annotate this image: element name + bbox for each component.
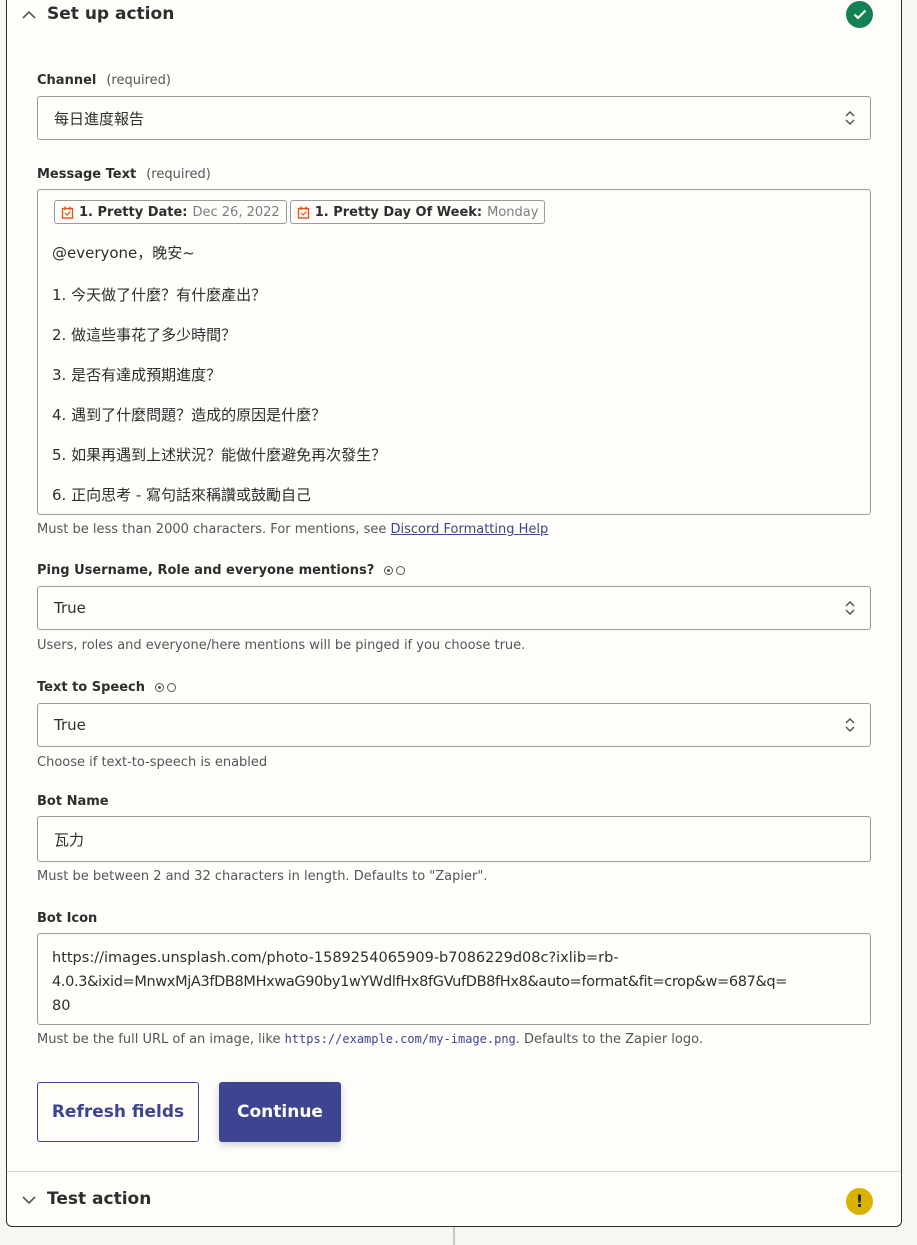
- chevron-up-down-icon: [844, 109, 856, 131]
- action-panel: Set up action Channel (required) 每日進度報告 …: [6, 0, 902, 1227]
- tts-label: Text to Speech: [37, 680, 177, 695]
- tts-select[interactable]: True: [37, 703, 871, 747]
- bot-name-input[interactable]: 瓦力: [37, 816, 871, 862]
- bot-icon-url-line: 80: [52, 998, 71, 1014]
- ping-value: True: [54, 599, 86, 617]
- bot-name-label: Bot Name: [37, 794, 109, 809]
- refresh-fields-button[interactable]: Refresh fields: [37, 1082, 199, 1142]
- continue-button[interactable]: Continue: [219, 1082, 341, 1142]
- step-connector: [453, 1227, 455, 1245]
- warning-icon: !: [846, 1188, 873, 1215]
- ping-label: Ping Username, Role and everyone mention…: [37, 563, 406, 578]
- message-label: Message Text (required): [37, 167, 211, 182]
- bot-name-help: Must be between 2 and 32 characters in l…: [37, 869, 488, 884]
- section-divider: [7, 1171, 901, 1172]
- calendar-icon: [297, 206, 309, 219]
- bot-icon-label: Bot Icon: [37, 911, 97, 926]
- bot-name-value: 瓦力: [54, 830, 85, 849]
- chevron-up-icon[interactable]: [21, 6, 37, 22]
- radio-selected-icon: [384, 566, 394, 575]
- bot-icon-label-text: Bot Icon: [37, 911, 98, 926]
- channel-label: Channel (required): [37, 73, 171, 88]
- bot-icon-help: Must be the full URL of an image, like h…: [37, 1032, 703, 1047]
- channel-required: (required): [106, 73, 171, 88]
- pretty-date-pill[interactable]: 1. Pretty Date: Dec 26, 2022: [54, 200, 287, 224]
- ping-select[interactable]: True: [37, 586, 871, 630]
- pretty-day-pill[interactable]: 1. Pretty Day Of Week: Monday: [289, 200, 546, 224]
- radio-unselected-icon: [167, 683, 177, 692]
- chevron-up-down-icon: [844, 716, 856, 738]
- discord-formatting-help-link[interactable]: Discord Formatting Help: [391, 522, 549, 537]
- bot-icon-url-line: https://images.unsplash.com/photo-158925…: [52, 950, 619, 966]
- channel-value: 每日進度報告: [54, 109, 145, 128]
- message-line: 5. 如果再遇到上述狀況？能做什麼避免再次發生？: [52, 446, 387, 464]
- field-type-toggle[interactable]: [155, 683, 177, 692]
- tts-help: Choose if text-to-speech is enabled: [37, 755, 268, 770]
- tts-value: True: [54, 716, 86, 734]
- calendar-icon: [61, 206, 74, 219]
- message-help: Must be less than 2000 characters. For m…: [37, 522, 548, 537]
- pill-label: 1. Pretty Date:: [79, 204, 188, 220]
- test-header[interactable]: Test action !: [7, 1175, 901, 1225]
- message-line: 6. 正向思考 - 寫句話來稱讚或鼓勵自己: [52, 486, 312, 504]
- message-line: 1. 今天做了什麼？有什麼產出？: [52, 286, 267, 304]
- ping-help: Users, roles and everyone/here mentions …: [37, 638, 526, 653]
- message-line: @everyone，晚安~: [52, 244, 195, 262]
- radio-selected-icon: [155, 683, 165, 692]
- message-textarea[interactable]: 1. Pretty Date: Dec 26, 2022 1. Pretty D…: [37, 189, 871, 515]
- message-help-text: Must be less than 2000 characters. For m…: [37, 522, 391, 537]
- pill-label: 1. Pretty Day Of Week:: [314, 204, 483, 220]
- pill-value: Monday: [487, 204, 539, 220]
- pill-row: 1. Pretty Date: Dec 26, 2022 1. Pretty D…: [54, 200, 546, 224]
- chevron-up-down-icon: [844, 599, 856, 621]
- chevron-down-icon[interactable]: [21, 1192, 37, 1208]
- channel-select[interactable]: 每日進度報告: [37, 96, 871, 140]
- field-type-toggle[interactable]: [384, 566, 406, 575]
- radio-unselected-icon: [396, 566, 406, 575]
- message-required: (required): [146, 167, 211, 182]
- tts-label-text: Text to Speech: [37, 680, 146, 695]
- message-label-text: Message Text: [37, 167, 137, 182]
- pill-value: Dec 26, 2022: [192, 204, 280, 220]
- setup-header[interactable]: Set up action: [7, 0, 901, 40]
- bot-name-label-text: Bot Name: [37, 794, 109, 809]
- test-title: Test action: [47, 1189, 152, 1209]
- check-icon: [846, 1, 873, 28]
- channel-label-text: Channel: [37, 73, 97, 88]
- message-line: 3. 是否有達成預期進度？: [52, 366, 222, 384]
- example-url-code: https://example.com/my-image.png: [284, 1032, 516, 1046]
- setup-title: Set up action: [47, 4, 175, 24]
- bot-icon-help-prefix: Must be the full URL of an image, like: [37, 1032, 285, 1047]
- bot-icon-input[interactable]: https://images.unsplash.com/photo-158925…: [37, 933, 871, 1025]
- message-line: 4. 遇到了什麼問題？造成的原因是什麼？: [52, 406, 327, 424]
- bot-icon-url-line: 4.0.3&ixid=MnwxMjA3fDB8MHxwaG90by1wYWdlf…: [52, 974, 788, 990]
- message-line: 2. 做這些事花了多少時間？: [52, 326, 237, 344]
- ping-label-text: Ping Username, Role and everyone mention…: [37, 563, 375, 578]
- bot-icon-help-suffix: . Defaults to the Zapier logo.: [515, 1032, 703, 1047]
